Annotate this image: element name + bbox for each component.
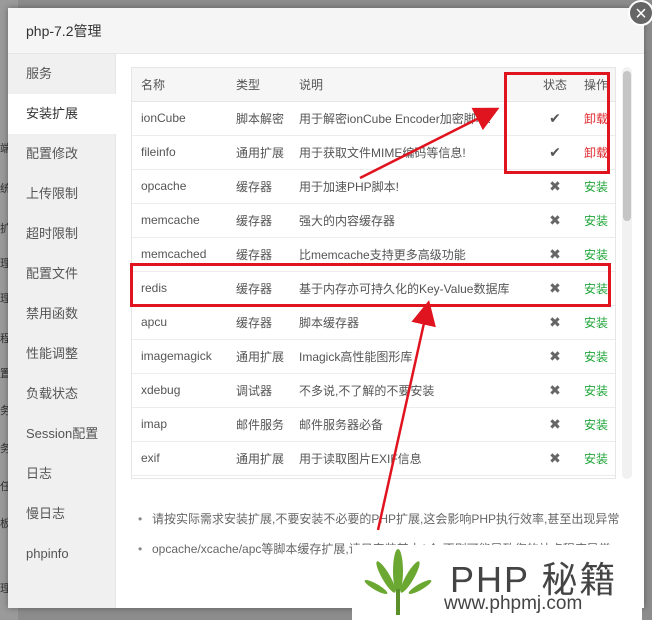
table-row: apcu 缓存器 脚本缓存器 ✖ 安装 [132, 305, 615, 340]
ext-desc: 用于读取图片EXIF信息 [290, 441, 535, 476]
install-link[interactable]: 安装 [575, 305, 615, 340]
sidebar-item-session-config[interactable]: Session配置 [8, 414, 115, 454]
watermark-url: www.phpmj.com [444, 593, 583, 614]
ext-name: ionCube [132, 101, 227, 136]
ext-desc: 用于加速PHP脚本! [290, 169, 535, 204]
leaf-logo-icon [364, 549, 432, 615]
sidebar-item-phpinfo[interactable]: phpinfo [8, 534, 115, 574]
dialog-header: php-7.2管理 [8, 8, 644, 54]
ext-name: memcache [132, 203, 227, 238]
ext-type: 缓存器 [227, 169, 290, 204]
install-link[interactable]: 安装 [575, 373, 615, 408]
sidebar-item-service[interactable]: 服务 [8, 54, 115, 94]
sidebar-item-slow-log[interactable]: 慢日志 [8, 494, 115, 534]
col-header-desc: 说明 [290, 68, 535, 102]
table-row: xdebug 调试器 不多说,不了解的不要安装 ✖ 安装 [132, 373, 615, 408]
close-icon[interactable]: × [628, 0, 652, 26]
sidebar-item-install-extension[interactable]: 安装扩展 [8, 94, 116, 134]
ext-name: imap [132, 407, 227, 442]
table-scrollbar[interactable] [622, 67, 632, 479]
sidebar-item-performance[interactable]: 性能调整 [8, 334, 115, 374]
ext-name: imagemagick [132, 339, 227, 374]
sidebar-item-log[interactable]: 日志 [8, 454, 115, 494]
not-installed-x-icon: ✖ [535, 169, 575, 204]
ext-type: 通用扩展 [227, 441, 290, 476]
install-link[interactable]: 安装 [575, 407, 615, 442]
ext-desc [290, 475, 535, 478]
ext-name: opcache [132, 169, 227, 204]
not-installed-x-icon: ✖ [535, 373, 575, 408]
ext-desc: 脚本缓存器 [290, 305, 535, 340]
sidebar-item-timeout-limit[interactable]: 超时限制 [8, 214, 115, 254]
scrollbar-thumb[interactable] [623, 71, 631, 221]
sidebar-item-disabled-functions[interactable]: 禁用函数 [8, 294, 115, 334]
sidebar-item-upload-limit[interactable]: 上传限制 [8, 174, 115, 214]
table-row: imap 邮件服务 邮件服务器必备 ✖ 安装 [132, 407, 615, 442]
ext-desc: 不多说,不了解的不要安装 [290, 373, 535, 408]
ext-op [575, 475, 615, 478]
watermark: PHP 秘籍 www.phpmj.com [352, 545, 642, 620]
sidebar: 服务 安装扩展 配置修改 上传限制 超时限制 配置文件 禁用函数 性能调整 负载… [8, 54, 116, 608]
ext-type [227, 475, 290, 478]
install-link[interactable]: 安装 [575, 169, 615, 204]
table-row: memcache 缓存器 强大的内容缓存器 ✖ 安装 [132, 203, 615, 238]
not-installed-x-icon: ✖ [535, 407, 575, 442]
ext-name: xdebug [132, 373, 227, 408]
note-item: 请按实际需求安装扩展,不要安装不必要的PHP扩展,这会影响PHP执行效率,甚至出… [138, 510, 638, 540]
ext-name: apcu [132, 305, 227, 340]
ext-type: 调试器 [227, 373, 290, 408]
ext-type: 缓存器 [227, 305, 290, 340]
table-row: opcache 缓存器 用于加速PHP脚本! ✖ 安装 [132, 169, 615, 204]
ext-type: 通用扩展 [227, 135, 290, 170]
table-row: exif 通用扩展 用于读取图片EXIF信息 ✖ 安装 [132, 441, 615, 476]
dialog-title: php-7.2管理 [26, 23, 102, 39]
ext-desc: 邮件服务器必备 [290, 407, 535, 442]
install-link[interactable]: 安装 [575, 203, 615, 238]
ext-type: 脚本解密 [227, 101, 290, 136]
ext-desc: Imagick高性能图形库 [290, 339, 535, 374]
ext-name: exif [132, 441, 227, 476]
install-link[interactable]: 安装 [575, 339, 615, 374]
col-header-type: 类型 [227, 68, 290, 102]
highlight-box-redis-row [130, 263, 611, 307]
install-link[interactable]: 安装 [575, 441, 615, 476]
highlight-box-status-op [504, 72, 610, 174]
sidebar-item-load-status[interactable]: 负载状态 [8, 374, 115, 414]
ext-desc: 强大的内容缓存器 [290, 203, 535, 238]
ext-desc: 用于获取文件MIME编码等信息! [290, 135, 535, 170]
not-installed-x-icon: ✖ [535, 305, 575, 340]
not-installed-x-icon: ✖ [535, 339, 575, 374]
not-installed-x-icon: ✖ [535, 203, 575, 238]
ext-name [132, 475, 227, 478]
sidebar-item-config-edit[interactable]: 配置修改 [8, 134, 115, 174]
table-row: imagemagick 通用扩展 Imagick高性能图形库 ✖ 安装 [132, 339, 615, 374]
table-row [132, 475, 615, 478]
ext-status [535, 475, 575, 478]
not-installed-x-icon: ✖ [535, 441, 575, 476]
sidebar-item-config-file[interactable]: 配置文件 [8, 254, 115, 294]
ext-name: fileinfo [132, 135, 227, 170]
col-header-name: 名称 [132, 68, 227, 102]
ext-type: 邮件服务 [227, 407, 290, 442]
ext-type: 通用扩展 [227, 339, 290, 374]
ext-desc: 用于解密ionCube Encoder加密脚本! [290, 101, 535, 136]
ext-type: 缓存器 [227, 203, 290, 238]
